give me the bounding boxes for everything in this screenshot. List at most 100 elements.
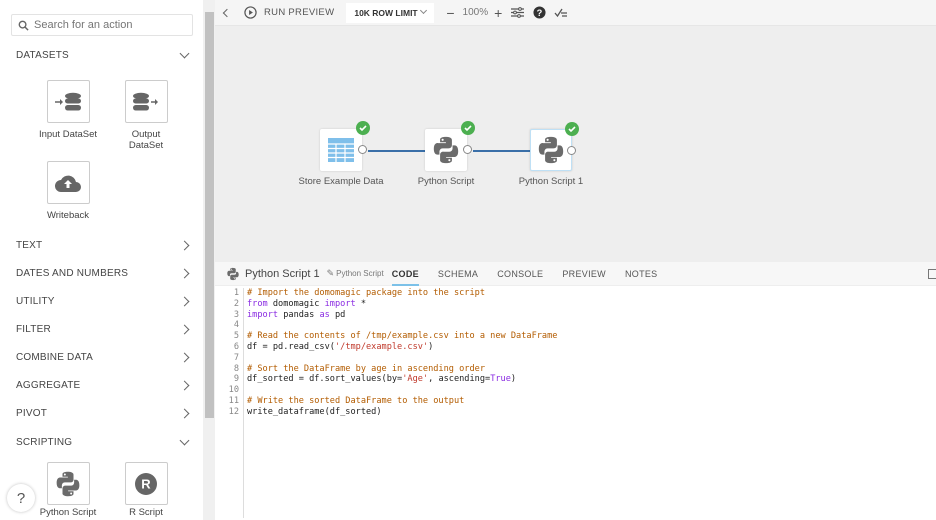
help-toolbar-button[interactable]: ? — [533, 6, 546, 19]
chevron-right-icon — [179, 352, 190, 363]
tile-input-dataset[interactable]: Input DataSet — [38, 80, 98, 140]
section-filter[interactable]: FILTER — [16, 324, 190, 335]
terminal-icon[interactable] — [928, 269, 936, 279]
run-preview-label: RUN PREVIEW — [264, 7, 335, 18]
table-icon — [328, 138, 354, 162]
node-python-script[interactable] — [425, 121, 475, 171]
line-text: # Import the domomagic package into the … — [247, 288, 485, 298]
pencil-icon: ✎ — [326, 268, 335, 278]
section-label: SCRIPTING — [16, 437, 73, 448]
gutter — [215, 417, 244, 518]
r-icon: R — [135, 472, 157, 495]
row-limit-dropdown[interactable]: 10K ROW LIMIT — [346, 2, 435, 23]
tile-label: Output DataSet — [128, 129, 164, 151]
section-label: UTILITY — [16, 296, 55, 307]
panel-title[interactable]: Python Script 1 — [245, 268, 320, 280]
panel-type-label: Python Script — [336, 269, 384, 278]
tile-python-script[interactable]: Python Script — [38, 462, 98, 518]
output-port[interactable] — [358, 145, 367, 154]
line-text: write_dataframe(df_sorted) — [247, 406, 382, 417]
edge — [473, 150, 530, 152]
code-line[interactable]: 2 from domomagic import * — [215, 298, 936, 310]
code-editor[interactable]: 1 # Import the domomagic package into the… — [215, 288, 936, 520]
line-number: 11 — [215, 395, 244, 407]
code-line[interactable]: 3 import pandas as pd — [215, 309, 936, 321]
sidebar-scrollbar[interactable] — [203, 0, 215, 520]
chevron-right-icon — [179, 324, 190, 335]
validate-button[interactable] — [554, 7, 568, 18]
tile-label: Input DataSet — [38, 129, 98, 140]
section-datasets[interactable]: DATASETS — [16, 48, 190, 61]
chevron-left-icon — [222, 8, 232, 17]
section-aggregate[interactable]: AGGREGATE — [16, 380, 190, 391]
search-input[interactable] — [34, 19, 184, 31]
section-label: FILTER — [16, 324, 51, 335]
scrollbar-thumb[interactable] — [205, 12, 214, 418]
edge — [368, 150, 425, 152]
zoom-out-button[interactable]: − — [446, 5, 454, 21]
toolbar: RUN PREVIEW 10K ROW LIMIT − 100% + ? — [215, 0, 936, 26]
help-icon: ? — [16, 489, 26, 507]
line-number: 8 — [215, 363, 244, 375]
code-line[interactable]: 11 # Write the sorted DataFrame to the ou… — [215, 395, 936, 407]
section-label: AGGREGATE — [16, 380, 81, 391]
code-line[interactable]: 6 df = pd.read_csv('/tmp/example.csv') — [215, 341, 936, 353]
section-combine-data[interactable]: COMBINE DATA — [16, 352, 190, 363]
node-label: Python Script 1 — [518, 176, 584, 187]
panel-type: ✎ Python Script — [327, 268, 384, 279]
output-port[interactable] — [567, 146, 576, 155]
tile-r-script[interactable]: R R Script — [116, 462, 176, 518]
help-button[interactable]: ? — [7, 484, 35, 512]
tab-code[interactable]: CODE — [391, 262, 420, 286]
tile-output-dataset[interactable]: Output DataSet — [116, 80, 176, 151]
section-text[interactable]: TEXT — [16, 240, 190, 251]
output-port[interactable] — [463, 145, 472, 154]
dataflow-canvas[interactable]: Store Example Data Python Script Python … — [215, 26, 936, 262]
code-line[interactable]: 12 write_dataframe(df_sorted) — [215, 406, 936, 418]
tile-writeback[interactable]: Writeback — [38, 161, 98, 221]
line-text: # Read the contents of /tmp/example.csv … — [247, 331, 558, 342]
line-text: df_sorted = df.sort_values(by='Age', asc… — [247, 374, 517, 385]
chevron-right-icon — [179, 240, 190, 251]
code-line[interactable]: 1 # Import the domomagic package into the… — [215, 288, 936, 299]
success-check-icon — [356, 121, 370, 135]
play-circle-icon — [244, 6, 257, 19]
search-icon — [18, 20, 29, 31]
line-number: 4 — [215, 320, 244, 332]
back-button[interactable] — [222, 8, 232, 17]
code-line[interactable]: 8 # Sort the DataFrame by age in ascendin… — [215, 363, 936, 375]
tile-label: R Script — [129, 507, 163, 518]
code-line[interactable]: 7 — [215, 352, 936, 364]
zoom-in-button[interactable]: + — [494, 5, 502, 21]
tab-schema[interactable]: SCHEMA — [438, 262, 478, 286]
run-preview-button[interactable]: RUN PREVIEW — [244, 6, 334, 19]
code-line[interactable]: 5 # Read the contents of /tmp/example.csv… — [215, 331, 936, 342]
section-utility[interactable]: UTILITY — [16, 296, 190, 307]
input-dataset-icon — [55, 92, 81, 110]
node-python-script-1[interactable] — [530, 122, 579, 171]
python-icon — [431, 135, 461, 165]
section-scripting[interactable]: SCRIPTING — [16, 435, 190, 448]
code-line[interactable]: 9 df_sorted = df.sort_values(by='Age', as… — [215, 374, 936, 386]
svg-text:?: ? — [537, 8, 543, 18]
section-label: DATES AND NUMBERS — [16, 268, 129, 279]
code-line[interactable]: 4 — [215, 320, 936, 332]
tab-preview[interactable]: PREVIEW — [562, 262, 606, 286]
chevron-right-icon — [179, 268, 190, 279]
node-label: Store Example Data — [298, 176, 384, 187]
tab-console[interactable]: CONSOLE — [497, 262, 543, 286]
node-store-example-data[interactable] — [320, 121, 370, 171]
row-limit-value: 10K ROW LIMIT — [354, 7, 418, 18]
line-text: # Sort the DataFrame by age in ascending… — [247, 363, 485, 374]
code-line[interactable]: 10 — [215, 385, 936, 396]
chevron-right-icon — [179, 380, 190, 391]
svg-text:R: R — [141, 476, 151, 491]
line-number: 10 — [215, 385, 244, 396]
tab-notes[interactable]: NOTES — [625, 262, 658, 286]
section-pivot[interactable]: PIVOT — [16, 408, 190, 419]
settings-sliders-button[interactable] — [511, 7, 525, 18]
line-text: df = pd.read_csv('/tmp/example.csv') — [247, 341, 434, 352]
search-box[interactable] — [11, 14, 193, 36]
line-number: 2 — [215, 298, 244, 310]
section-dates-and-numbers[interactable]: DATES AND NUMBERS — [16, 268, 190, 279]
